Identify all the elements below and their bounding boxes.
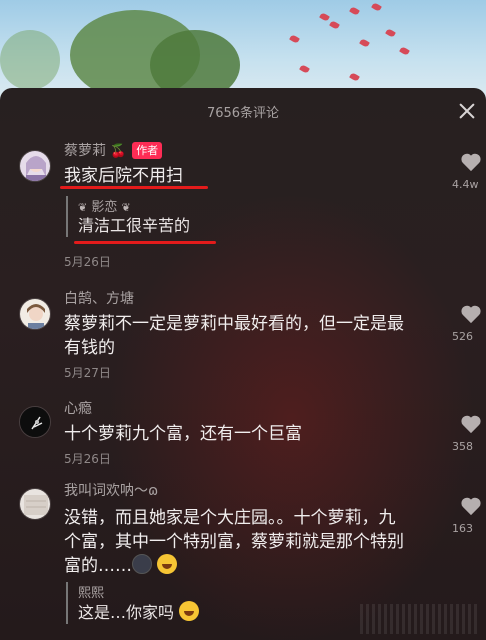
comment-text[interactable]: 我家后院不用扫: [64, 164, 459, 188]
avatar-image: [20, 407, 50, 437]
reply-author: ❦ 影恋 ❦: [78, 196, 190, 215]
comment-text-line: 个富，其中一个特别富，蔡萝莉就是那个特别: [64, 532, 404, 552]
heart-icon: [461, 415, 481, 434]
watermark: [360, 604, 480, 634]
reply-text-fragment: 这是…你家吗: [78, 603, 175, 622]
comment-text[interactable]: 没错，而且她家是个大庄园。。十个萝莉，九 个富，其中一个特别富，蔡萝莉就是那个特…: [64, 506, 459, 578]
reply-item[interactable]: ❦ 影恋 ❦ 清洁工很辛苦的: [66, 196, 190, 237]
comment-count-title: 7656条评论: [206, 106, 280, 121]
like-count: 163: [452, 522, 473, 535]
author-name: 蔡萝莉: [64, 143, 106, 159]
comment-text-line: 有钱的: [64, 338, 115, 358]
comment-author[interactable]: 我叫词欢呐～ɷ: [64, 480, 158, 500]
comment-text-fragment: 富的……: [64, 556, 132, 576]
reply-item[interactable]: 熙熙 这是…你家吗: [66, 582, 200, 624]
petal: [349, 72, 360, 82]
video-background: [0, 0, 486, 100]
comment-date: 5月26日: [64, 452, 111, 466]
like-count: 358: [452, 440, 473, 453]
petal: [289, 34, 300, 44]
author-badge: 作者: [132, 142, 163, 159]
flourish-icon: ❦: [121, 201, 131, 214]
petal: [371, 2, 382, 12]
close-icon[interactable]: [456, 100, 478, 122]
reply-text: 这是…你家吗: [78, 601, 200, 624]
comment-author[interactable]: 心瘾: [64, 398, 92, 418]
avatar[interactable]: [19, 150, 51, 182]
laughing-emoji-icon: [157, 554, 178, 574]
petal: [359, 38, 370, 48]
comment-text-line: 富的……: [64, 554, 459, 578]
comment-text-line: 没错，而且她家是个大庄园。。十个萝莉，九: [64, 508, 396, 528]
like-count: 526: [452, 330, 473, 343]
comment-panel: 7656条评论 蔡萝莉 🍒 作者 我家后院不用扫 ❦ 影恋 ❦ 清洁工很辛苦的 5月…: [0, 88, 486, 640]
comment-author[interactable]: 蔡萝莉 🍒 作者: [64, 140, 163, 160]
comment-text-line: 蔡萝莉不一定是萝莉中最好看的，但一定是最: [64, 314, 404, 334]
panel-header: 7656条评论: [0, 88, 486, 134]
comment-date: 5月27日: [64, 366, 111, 380]
highlight-underline: [60, 186, 208, 189]
comment-author[interactable]: 白鹄、方塘: [64, 288, 134, 308]
avatar[interactable]: [19, 488, 51, 520]
petal: [329, 20, 340, 30]
highlight-underline: [74, 241, 216, 244]
petal: [385, 28, 396, 38]
comment-date: 5月26日: [64, 255, 111, 269]
reply-author-name: 影恋: [91, 200, 118, 215]
petal: [349, 6, 360, 16]
heart-icon: [461, 153, 481, 172]
avatar[interactable]: [19, 298, 51, 330]
avatar-image: [20, 489, 50, 519]
tree-foliage: [0, 30, 60, 90]
dark-face-emoji-icon: [132, 554, 152, 574]
comment-text[interactable]: 十个萝莉九个富，还有一个巨富: [64, 422, 459, 446]
comment-text[interactable]: 蔡萝莉不一定是萝莉中最好看的，但一定是最 有钱的: [64, 312, 459, 360]
petal: [399, 46, 410, 56]
petal: [319, 12, 330, 22]
flourish-icon: ❦: [78, 201, 88, 214]
avatar-image: [20, 299, 50, 329]
heart-icon: [461, 497, 481, 516]
like-count: 4.4w: [452, 178, 479, 191]
petal: [299, 64, 310, 74]
cherry-icon: 🍒: [110, 144, 127, 159]
avatar[interactable]: [19, 406, 51, 438]
reply-text: 清洁工很辛苦的: [78, 216, 191, 235]
avatar-image: [20, 151, 50, 181]
reply-author: 熙熙: [78, 586, 105, 601]
laughing-emoji-icon: [179, 601, 200, 621]
heart-icon: [461, 305, 481, 324]
